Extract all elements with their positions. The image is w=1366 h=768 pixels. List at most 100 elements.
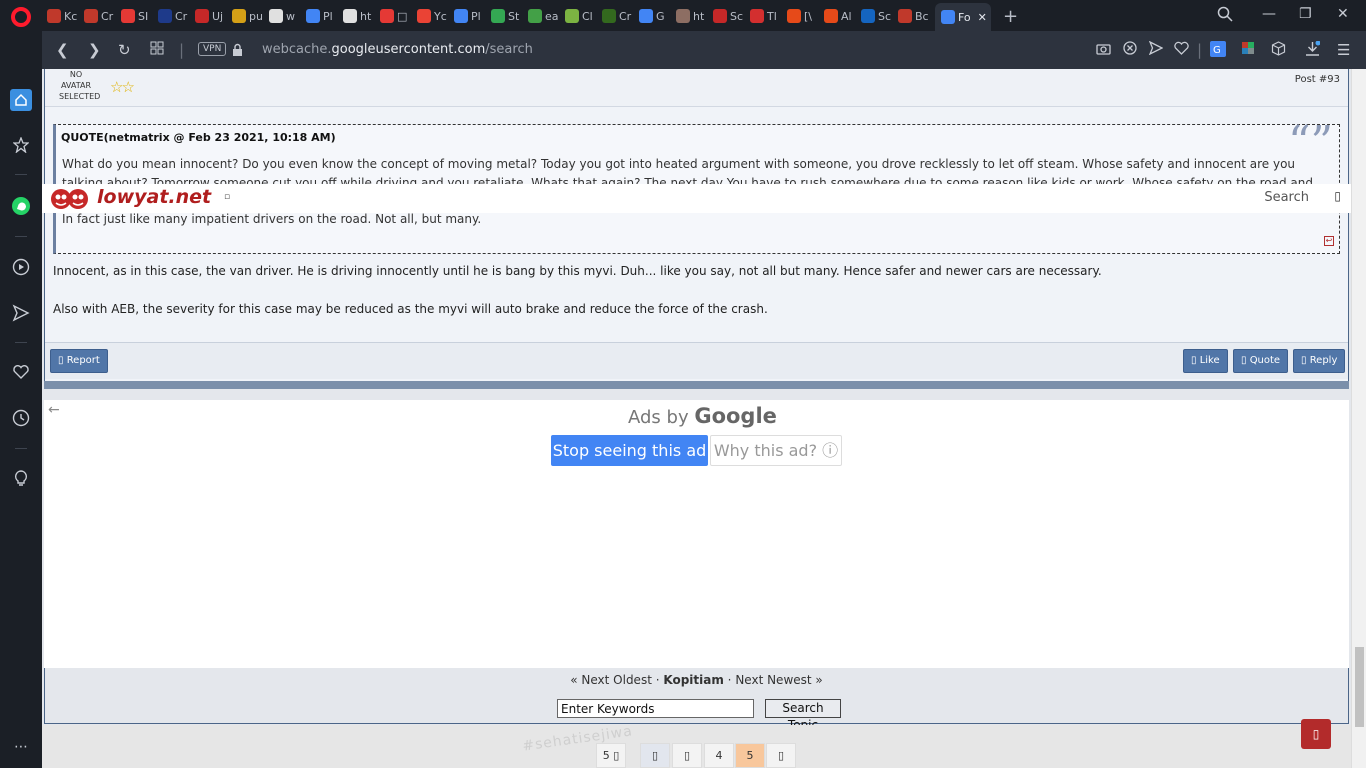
search-link[interactable]: Search: [1264, 190, 1309, 205]
why-this-ad-button[interactable]: Why this ad? ⓘ: [710, 435, 842, 466]
send-to-flow-icon[interactable]: [1148, 40, 1164, 59]
send-icon[interactable]: [10, 302, 32, 324]
tab[interactable]: SI: [121, 4, 155, 28]
back-arrow-icon[interactable]: ←: [48, 402, 60, 418]
snapshot-icon[interactable]: [1096, 41, 1111, 59]
tab[interactable]: Uj: [195, 4, 229, 28]
board-link[interactable]: Kopitiam: [663, 673, 724, 687]
tab[interactable]: Yc: [417, 4, 451, 28]
tab[interactable]: Cr: [84, 4, 118, 28]
download-icon[interactable]: [1305, 40, 1321, 60]
tab[interactable]: Al: [824, 4, 858, 28]
tab[interactable]: Pl: [454, 4, 488, 28]
page-link[interactable]: 4: [704, 743, 734, 768]
tab[interactable]: Sc: [713, 4, 747, 28]
quote-header: QUOTE(netmatrix @ Feb 23 2021, 10:18 AM): [61, 131, 336, 144]
page-link[interactable]: ▯: [640, 743, 670, 768]
translate-extension-icon[interactable]: G: [1210, 41, 1226, 61]
search-tabs-icon[interactable]: [1217, 6, 1233, 26]
vpn-badge[interactable]: VPN: [198, 42, 227, 56]
tab-active[interactable]: Fo ✕: [935, 3, 991, 31]
url-field[interactable]: webcache.googleusercontent.com/search: [262, 42, 533, 57]
tab[interactable]: pu: [232, 4, 266, 28]
tab[interactable]: Cl: [565, 4, 599, 28]
tab[interactable]: Kc: [47, 4, 81, 28]
report-button[interactable]: ▯ Report: [50, 349, 108, 373]
history-icon[interactable]: [10, 407, 32, 429]
tab[interactable]: ht: [343, 4, 377, 28]
tab-favicon-icon: [84, 9, 98, 23]
restore-icon[interactable]: ❐: [1299, 6, 1312, 22]
lowyat-header: lowyat.net ▫ Search ▯: [42, 184, 1351, 213]
tab-favicon-icon: [47, 9, 61, 23]
new-tab-button[interactable]: +: [1003, 4, 1018, 28]
tab-label: Uj: [212, 9, 224, 23]
tab[interactable]: ht: [676, 4, 710, 28]
tab-favicon-icon: [269, 9, 283, 23]
menu-icon[interactable]: ▫: [224, 192, 230, 202]
tab[interactable]: St: [491, 4, 525, 28]
tab-favicon-icon: [380, 9, 394, 23]
page-link[interactable]: ▯: [766, 743, 796, 768]
tab-favicon-icon: [713, 9, 727, 23]
quote-button[interactable]: ▯ Quote: [1233, 349, 1289, 373]
whatsapp-icon[interactable]: [10, 195, 32, 217]
lock-icon[interactable]: [232, 42, 243, 60]
tab-favicon-icon: [528, 9, 542, 23]
minimize-icon[interactable]: —: [1262, 6, 1276, 22]
tab[interactable]: Sc: [861, 4, 895, 28]
search-topic-button[interactable]: Search Topic: [765, 699, 841, 732]
next-oldest-link[interactable]: « Next Oldest: [570, 673, 652, 687]
post-number[interactable]: Post #93: [1295, 74, 1340, 85]
home-icon[interactable]: [10, 89, 32, 111]
tab-favicon-icon: [941, 10, 955, 24]
easy-setup-icon[interactable]: ☰: [1337, 41, 1350, 59]
next-newest-link[interactable]: Next Newest »: [735, 673, 822, 687]
tab[interactable]: □: [380, 4, 414, 28]
extensions-icon[interactable]: [1271, 41, 1286, 60]
lightbulb-icon[interactable]: [10, 468, 32, 490]
close-window-icon[interactable]: ✕: [1337, 6, 1349, 22]
heart-icon[interactable]: [10, 361, 32, 383]
view-quoted-post-icon[interactable]: ↩: [1324, 236, 1334, 246]
tab-favicon-icon: [787, 9, 801, 23]
ads-by-google: Ads by Google: [628, 404, 777, 428]
page-link[interactable]: 5 ▯: [596, 743, 626, 768]
reply-button[interactable]: ▯ Reply: [1293, 349, 1346, 373]
opera-logo-icon[interactable]: [11, 7, 31, 27]
tab[interactable]: Cr: [602, 4, 636, 28]
bookmarks-icon[interactable]: [10, 134, 32, 156]
player-icon[interactable]: [10, 256, 32, 278]
forward-icon[interactable]: ❯: [88, 41, 101, 59]
more-options-icon[interactable]: ⋯: [10, 736, 32, 758]
tab[interactable]: Pl: [306, 4, 340, 28]
page-scrollbar[interactable]: [1351, 69, 1366, 768]
tab[interactable]: Tl: [750, 4, 784, 28]
keyword-search-input[interactable]: [557, 699, 754, 718]
link-separator: ·: [723, 673, 736, 687]
tab[interactable]: G: [639, 4, 673, 28]
like-button[interactable]: ▯ Like: [1183, 349, 1228, 373]
adblock-icon[interactable]: [1123, 41, 1137, 59]
quote-line: In fact just like many impatient drivers…: [62, 212, 482, 226]
page-link[interactable]: ▯: [672, 743, 702, 768]
lowyat-logo[interactable]: lowyat.net: [97, 186, 211, 208]
speed-dial-icon[interactable]: [150, 41, 164, 59]
close-tab-icon[interactable]: ✕: [978, 11, 987, 24]
add-bookmark-icon[interactable]: [1174, 41, 1189, 59]
tab[interactable]: ea: [528, 4, 562, 28]
tab[interactable]: [\: [787, 4, 821, 28]
tab-label: Tl: [767, 9, 777, 23]
reload-icon[interactable]: ↻: [118, 41, 131, 59]
stop-seeing-ad-button[interactable]: Stop seeing this ad: [551, 435, 708, 466]
scrollbar-thumb[interactable]: [1355, 647, 1364, 727]
back-icon[interactable]: ❮: [56, 41, 69, 59]
extension-cube-icon[interactable]: [1241, 41, 1255, 59]
tab-label: G: [656, 9, 665, 23]
floating-action-button[interactable]: ▯: [1301, 719, 1331, 749]
tab[interactable]: Bc: [898, 4, 932, 28]
lowyat-mascot-icon[interactable]: [50, 187, 90, 211]
tab[interactable]: w: [269, 4, 303, 28]
search-icon[interactable]: ▯: [1334, 189, 1341, 203]
tab[interactable]: Cr: [158, 4, 192, 28]
